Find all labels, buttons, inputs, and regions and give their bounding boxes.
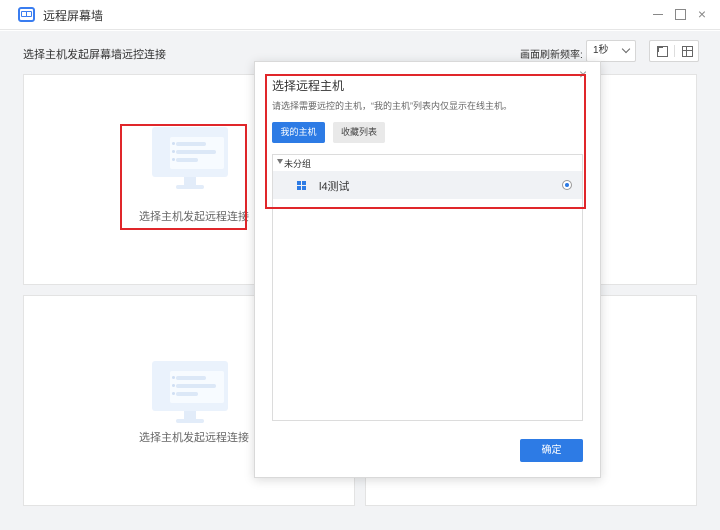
highlight-box [120, 124, 247, 230]
close-icon[interactable]: × [695, 7, 709, 21]
chevron-down-icon [621, 44, 631, 54]
maximize-icon[interactable] [673, 7, 687, 21]
section-title: 选择主机发起屏幕墙远控连接 [23, 49, 166, 61]
highlight-box [265, 74, 586, 209]
pane-placeholder-text: 选择主机发起远程连接 [139, 432, 249, 444]
refresh-rate-select[interactable]: 1秒 [586, 40, 636, 62]
window-title: 远程屏幕墙 [43, 9, 104, 23]
screen-wall-icon [18, 7, 35, 22]
grid-layout-icon[interactable] [675, 41, 699, 61]
monitor-icon [152, 361, 228, 425]
title-bar: 远程屏幕墙 × [0, 0, 720, 30]
refresh-rate-value: 1秒 [593, 45, 609, 56]
layout-switcher [649, 40, 699, 62]
single-screen-icon[interactable] [650, 41, 674, 61]
confirm-button[interactable]: 确定 [520, 439, 583, 462]
refresh-rate-label: 画面刷新频率: [520, 50, 583, 61]
minimize-icon[interactable] [651, 7, 665, 21]
